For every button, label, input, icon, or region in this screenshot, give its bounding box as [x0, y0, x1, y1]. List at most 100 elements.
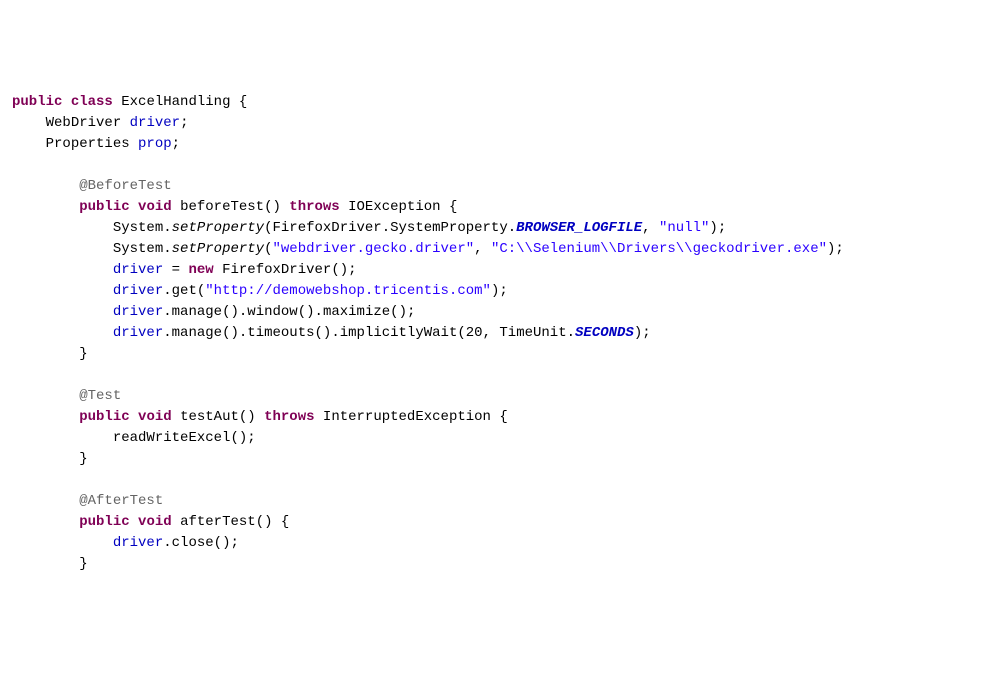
equals: =	[172, 262, 180, 278]
dot: .	[508, 220, 516, 236]
close-brace: }	[79, 556, 87, 572]
dot: .	[163, 304, 171, 320]
keyword-new: new	[188, 262, 213, 278]
method-beforetest: beforeTest	[180, 199, 264, 215]
space	[483, 241, 491, 257]
open-paren: (	[390, 304, 398, 320]
type-firefoxdriver: FirefoxDriver	[222, 262, 331, 278]
semicolon: ;	[642, 325, 650, 341]
field-driver: driver	[113, 325, 163, 341]
type-ioexception: IOException	[348, 199, 440, 215]
annotation-aftertest: @AfterTest	[79, 493, 163, 509]
keyword-public: public	[79, 514, 129, 530]
open-paren: (	[230, 430, 238, 446]
dot: .	[163, 283, 171, 299]
space	[130, 136, 138, 152]
close-paren: )	[634, 325, 642, 341]
class-name: ExcelHandling	[121, 94, 230, 110]
comma: ,	[642, 220, 650, 236]
semicolon: ;	[718, 220, 726, 236]
semicolon: ;	[180, 115, 188, 131]
close-paren: )	[272, 199, 280, 215]
space	[230, 94, 238, 110]
close-paren: )	[306, 304, 314, 320]
method-manage: manage	[172, 304, 222, 320]
open-paren: (	[256, 514, 264, 530]
method-timeouts: timeouts	[247, 325, 314, 341]
space	[273, 514, 281, 530]
field-driver: driver	[113, 283, 163, 299]
dot: .	[331, 325, 339, 341]
space	[130, 199, 138, 215]
semicolon: ;	[348, 262, 356, 278]
space	[172, 514, 180, 530]
comma: ,	[483, 325, 491, 341]
keyword-class: class	[71, 94, 113, 110]
close-paren: )	[230, 304, 238, 320]
keyword-void: void	[138, 514, 172, 530]
open-paren: (	[457, 325, 465, 341]
string-null: "null"	[659, 220, 709, 236]
method-get: get	[172, 283, 197, 299]
method-manage: manage	[172, 325, 222, 341]
space	[130, 409, 138, 425]
string-gecko-path: "C:\\Selenium\\Drivers\\geckodriver.exe"	[491, 241, 827, 257]
string-gecko-key: "webdriver.gecko.driver"	[272, 241, 474, 257]
open-paren: (	[315, 325, 323, 341]
open-brace: {	[281, 514, 289, 530]
close-brace: }	[79, 451, 87, 467]
space	[340, 199, 348, 215]
keyword-void: void	[138, 409, 172, 425]
type-system: System	[113, 241, 163, 257]
string-url: "http://demowebshop.tricentis.com"	[205, 283, 491, 299]
close-paren: )	[340, 262, 348, 278]
type-system: System	[113, 220, 163, 236]
semicolon: ;	[499, 283, 507, 299]
close-paren: )	[247, 409, 255, 425]
space	[121, 115, 129, 131]
open-brace: {	[449, 199, 457, 215]
keyword-void: void	[138, 199, 172, 215]
dot: .	[382, 220, 390, 236]
type-firefoxdriver: FirefoxDriver	[272, 220, 381, 236]
field-driver: driver	[130, 115, 180, 131]
number-20: 20	[466, 325, 483, 341]
dot: .	[163, 241, 171, 257]
keyword-throws: throws	[264, 409, 314, 425]
code-block: public class ExcelHandling { WebDriver d…	[12, 92, 987, 575]
type-interruptedexception: InterruptedException	[323, 409, 491, 425]
open-brace: {	[239, 94, 247, 110]
keyword-throws: throws	[289, 199, 339, 215]
space	[163, 262, 171, 278]
type-systemproperty: SystemProperty	[390, 220, 508, 236]
close-paren: )	[230, 325, 238, 341]
semicolon: ;	[835, 241, 843, 257]
method-aftertest: afterTest	[180, 514, 256, 530]
method-setproperty: setProperty	[172, 241, 264, 257]
method-maximize: maximize	[323, 304, 390, 320]
dot: .	[163, 535, 171, 551]
space	[651, 220, 659, 236]
dot: .	[315, 304, 323, 320]
dot: .	[163, 325, 171, 341]
space	[130, 514, 138, 530]
keyword-public: public	[12, 94, 62, 110]
method-setproperty: setProperty	[172, 220, 264, 236]
semicolon: ;	[230, 535, 238, 551]
const-seconds: SECONDS	[575, 325, 634, 341]
space	[172, 199, 180, 215]
space	[315, 409, 323, 425]
semicolon: ;	[247, 430, 255, 446]
open-brace: {	[499, 409, 507, 425]
open-paren: (	[298, 304, 306, 320]
close-paren: )	[264, 514, 272, 530]
close-paren: )	[399, 304, 407, 320]
annotation-test: @Test	[79, 388, 121, 404]
close-paren: )	[709, 220, 717, 236]
space	[214, 262, 222, 278]
field-driver: driver	[113, 535, 163, 551]
space	[441, 199, 449, 215]
method-close: close	[172, 535, 214, 551]
open-paren: (	[331, 262, 339, 278]
method-readwriteexcel: readWriteExcel	[113, 430, 231, 446]
